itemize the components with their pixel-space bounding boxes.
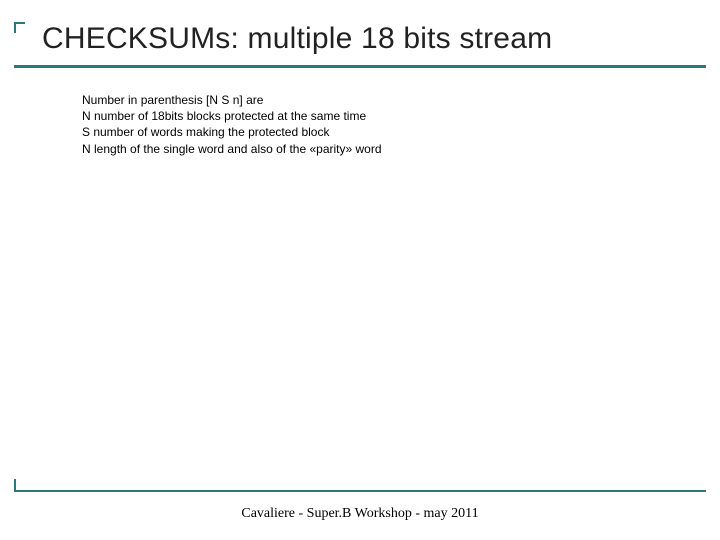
body-line-3: S number of words making the protected b… — [82, 124, 660, 140]
slide: CHECKSUMs: multiple 18 bits stream Numbe… — [0, 0, 720, 540]
slide-title: CHECKSUMs: multiple 18 bits stream — [14, 22, 706, 64]
body-line-4: N length of the single word and also of … — [82, 141, 660, 157]
footer-text: Cavaliere - Super.B Workshop - may 2011 — [0, 506, 720, 522]
body-line-2: N number of 18bits blocks protected at t… — [82, 108, 660, 124]
bottom-rule — [14, 490, 706, 492]
title-underline — [14, 65, 706, 68]
body-text: Number in parenthesis [N S n] are N numb… — [82, 92, 660, 157]
body-line-1: Number in parenthesis [N S n] are — [82, 92, 660, 108]
corner-decoration-top — [14, 22, 25, 33]
title-area: CHECKSUMs: multiple 18 bits stream — [14, 22, 706, 64]
